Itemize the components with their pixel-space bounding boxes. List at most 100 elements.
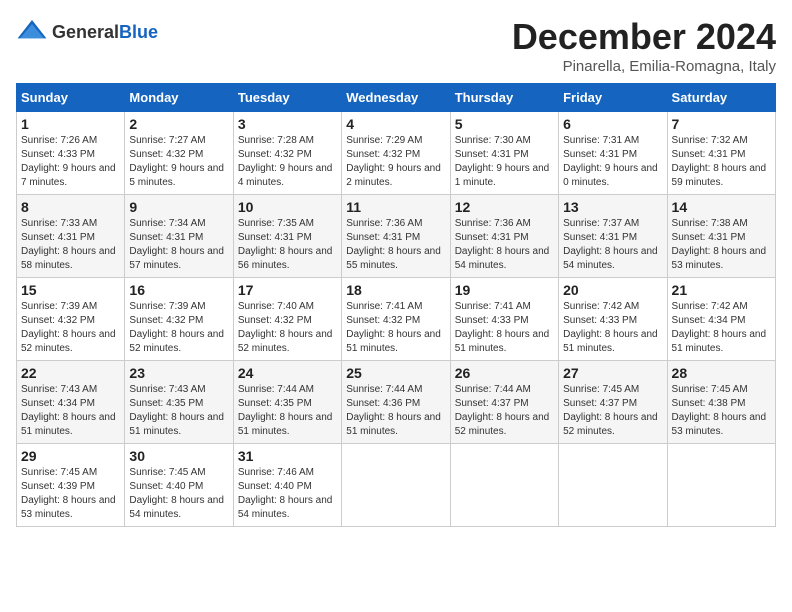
- day-number: 31: [238, 448, 337, 464]
- day-number: 25: [346, 365, 445, 381]
- day-number: 28: [672, 365, 771, 381]
- day-number: 12: [455, 199, 554, 215]
- weekday-header-thursday: Thursday: [450, 84, 558, 112]
- calendar-day-2: 2 Sunrise: 7:27 AMSunset: 4:32 PMDaylight…: [125, 112, 233, 195]
- day-number: 29: [21, 448, 120, 464]
- day-info: Sunrise: 7:44 AMSunset: 4:35 PMDaylight:…: [238, 384, 333, 437]
- day-info: Sunrise: 7:32 AMSunset: 4:31 PMDaylight:…: [672, 135, 767, 188]
- day-number: 13: [563, 199, 662, 215]
- day-info: Sunrise: 7:33 AMSunset: 4:31 PMDaylight:…: [21, 218, 116, 271]
- day-info: Sunrise: 7:45 AMSunset: 4:38 PMDaylight:…: [672, 384, 767, 437]
- day-number: 23: [129, 365, 228, 381]
- calendar-day-22: 22 Sunrise: 7:43 AMSunset: 4:34 PMDayligh…: [17, 361, 125, 444]
- calendar-table: SundayMondayTuesdayWednesdayThursdayFrid…: [16, 83, 776, 527]
- day-number: 11: [346, 199, 445, 215]
- calendar-day-7: 7Sunrise: 7:32 AMSunset: 4:31 PMDaylight…: [667, 112, 775, 195]
- day-info: Sunrise: 7:40 AMSunset: 4:32 PMDaylight:…: [238, 301, 333, 354]
- weekday-header-sunday: Sunday: [17, 84, 125, 112]
- calendar-day-21: 21 Sunrise: 7:42 AMSunset: 4:34 PMDayligh…: [667, 278, 775, 361]
- logo-general: General: [52, 22, 119, 42]
- day-number: 8: [21, 199, 120, 215]
- day-info: Sunrise: 7:27 AMSunset: 4:32 PMDaylight:…: [129, 135, 224, 188]
- day-info: Sunrise: 7:45 AMSunset: 4:39 PMDaylight:…: [21, 467, 116, 520]
- weekday-header-wednesday: Wednesday: [342, 84, 450, 112]
- day-info: Sunrise: 7:42 AMSunset: 4:33 PMDaylight:…: [563, 301, 658, 354]
- day-number: 27: [563, 365, 662, 381]
- day-info: Sunrise: 7:38 AMSunset: 4:31 PMDaylight:…: [672, 218, 767, 271]
- page-header: GeneralBlue December 2024 Pinarella, Emi…: [16, 16, 776, 75]
- weekday-header-friday: Friday: [559, 84, 667, 112]
- day-info: Sunrise: 7:45 AMSunset: 4:40 PMDaylight:…: [129, 467, 224, 520]
- day-info: Sunrise: 7:28 AMSunset: 4:32 PMDaylight:…: [238, 135, 333, 188]
- calendar-day-10: 10 Sunrise: 7:35 AMSunset: 4:31 PMDayligh…: [233, 195, 341, 278]
- day-number: 17: [238, 282, 337, 298]
- calendar-day-20: 20 Sunrise: 7:42 AMSunset: 4:33 PMDayligh…: [559, 278, 667, 361]
- calendar-empty: [450, 444, 558, 527]
- calendar-day-31: 31 Sunrise: 7:46 AMSunset: 4:40 PMDayligh…: [233, 444, 341, 527]
- calendar-day-28: 28 Sunrise: 7:45 AMSunset: 4:38 PMDayligh…: [667, 361, 775, 444]
- day-number: 22: [21, 365, 120, 381]
- weekday-header-tuesday: Tuesday: [233, 84, 341, 112]
- calendar-day-24: 24 Sunrise: 7:44 AMSunset: 4:35 PMDayligh…: [233, 361, 341, 444]
- day-info: Sunrise: 7:43 AMSunset: 4:34 PMDaylight:…: [21, 384, 116, 437]
- calendar-day-9: 9Sunrise: 7:34 AMSunset: 4:31 PMDaylight…: [125, 195, 233, 278]
- day-info: Sunrise: 7:41 AMSunset: 4:32 PMDaylight:…: [346, 301, 441, 354]
- calendar-empty: [559, 444, 667, 527]
- calendar-day-27: 27Sunrise: 7:45 AMSunset: 4:37 PMDayligh…: [559, 361, 667, 444]
- day-number: 6: [563, 116, 662, 132]
- calendar-day-26: 26 Sunrise: 7:44 AMSunset: 4:37 PMDayligh…: [450, 361, 558, 444]
- logo-blue: Blue: [119, 22, 158, 42]
- logo-text: GeneralBlue: [52, 22, 158, 43]
- calendar-day-17: 17 Sunrise: 7:40 AMSunset: 4:32 PMDayligh…: [233, 278, 341, 361]
- day-number: 4: [346, 116, 445, 132]
- weekday-row: SundayMondayTuesdayWednesdayThursdayFrid…: [17, 84, 776, 112]
- calendar-day-8: 8 Sunrise: 7:33 AMSunset: 4:31 PMDaylight…: [17, 195, 125, 278]
- calendar-day-4: 4 Sunrise: 7:29 AMSunset: 4:32 PMDaylight…: [342, 112, 450, 195]
- calendar-day-30: 30Sunrise: 7:45 AMSunset: 4:40 PMDayligh…: [125, 444, 233, 527]
- day-info: Sunrise: 7:26 AMSunset: 4:33 PMDaylight:…: [21, 135, 116, 188]
- day-info: Sunrise: 7:41 AMSunset: 4:33 PMDaylight:…: [455, 301, 550, 354]
- calendar-day-15: 15 Sunrise: 7:39 AMSunset: 4:32 PMDayligh…: [17, 278, 125, 361]
- calendar-week-3: 15 Sunrise: 7:39 AMSunset: 4:32 PMDayligh…: [17, 278, 776, 361]
- title-section: December 2024 Pinarella, Emilia-Romagna,…: [512, 16, 776, 75]
- day-info: Sunrise: 7:34 AMSunset: 4:31 PMDaylight:…: [129, 218, 224, 271]
- day-info: Sunrise: 7:29 AMSunset: 4:32 PMDaylight:…: [346, 135, 441, 188]
- calendar-day-3: 3 Sunrise: 7:28 AMSunset: 4:32 PMDaylight…: [233, 112, 341, 195]
- weekday-header-saturday: Saturday: [667, 84, 775, 112]
- calendar-empty: [342, 444, 450, 527]
- calendar-day-5: 5 Sunrise: 7:30 AMSunset: 4:31 PMDaylight…: [450, 112, 558, 195]
- calendar-week-2: 8 Sunrise: 7:33 AMSunset: 4:31 PMDaylight…: [17, 195, 776, 278]
- day-number: 3: [238, 116, 337, 132]
- calendar-day-25: 25 Sunrise: 7:44 AMSunset: 4:36 PMDayligh…: [342, 361, 450, 444]
- day-number: 18: [346, 282, 445, 298]
- day-info: Sunrise: 7:46 AMSunset: 4:40 PMDaylight:…: [238, 467, 333, 520]
- calendar-day-6: 6Sunrise: 7:31 AMSunset: 4:31 PMDaylight…: [559, 112, 667, 195]
- logo: GeneralBlue: [16, 16, 158, 48]
- calendar-day-14: 14Sunrise: 7:38 AMSunset: 4:31 PMDayligh…: [667, 195, 775, 278]
- day-info: Sunrise: 7:39 AMSunset: 4:32 PMDaylight:…: [129, 301, 224, 354]
- day-info: Sunrise: 7:35 AMSunset: 4:31 PMDaylight:…: [238, 218, 333, 271]
- day-info: Sunrise: 7:39 AMSunset: 4:32 PMDaylight:…: [21, 301, 116, 354]
- day-info: Sunrise: 7:44 AMSunset: 4:36 PMDaylight:…: [346, 384, 441, 437]
- day-info: Sunrise: 7:36 AMSunset: 4:31 PMDaylight:…: [455, 218, 550, 271]
- day-number: 24: [238, 365, 337, 381]
- day-info: Sunrise: 7:42 AMSunset: 4:34 PMDaylight:…: [672, 301, 767, 354]
- day-number: 10: [238, 199, 337, 215]
- day-info: Sunrise: 7:30 AMSunset: 4:31 PMDaylight:…: [455, 135, 550, 188]
- day-info: Sunrise: 7:43 AMSunset: 4:35 PMDaylight:…: [129, 384, 224, 437]
- day-number: 5: [455, 116, 554, 132]
- calendar-day-16: 16Sunrise: 7:39 AMSunset: 4:32 PMDayligh…: [125, 278, 233, 361]
- day-number: 20: [563, 282, 662, 298]
- month-title: December 2024: [512, 16, 776, 58]
- day-number: 15: [21, 282, 120, 298]
- logo-icon: [16, 16, 48, 48]
- calendar-week-1: 1 Sunrise: 7:26 AMSunset: 4:33 PMDaylight…: [17, 112, 776, 195]
- day-info: Sunrise: 7:44 AMSunset: 4:37 PMDaylight:…: [455, 384, 550, 437]
- day-number: 2: [129, 116, 228, 132]
- calendar-day-18: 18 Sunrise: 7:41 AMSunset: 4:32 PMDayligh…: [342, 278, 450, 361]
- day-info: Sunrise: 7:37 AMSunset: 4:31 PMDaylight:…: [563, 218, 658, 271]
- day-number: 26: [455, 365, 554, 381]
- day-number: 1: [21, 116, 120, 132]
- day-number: 21: [672, 282, 771, 298]
- calendar-day-13: 13 Sunrise: 7:37 AMSunset: 4:31 PMDayligh…: [559, 195, 667, 278]
